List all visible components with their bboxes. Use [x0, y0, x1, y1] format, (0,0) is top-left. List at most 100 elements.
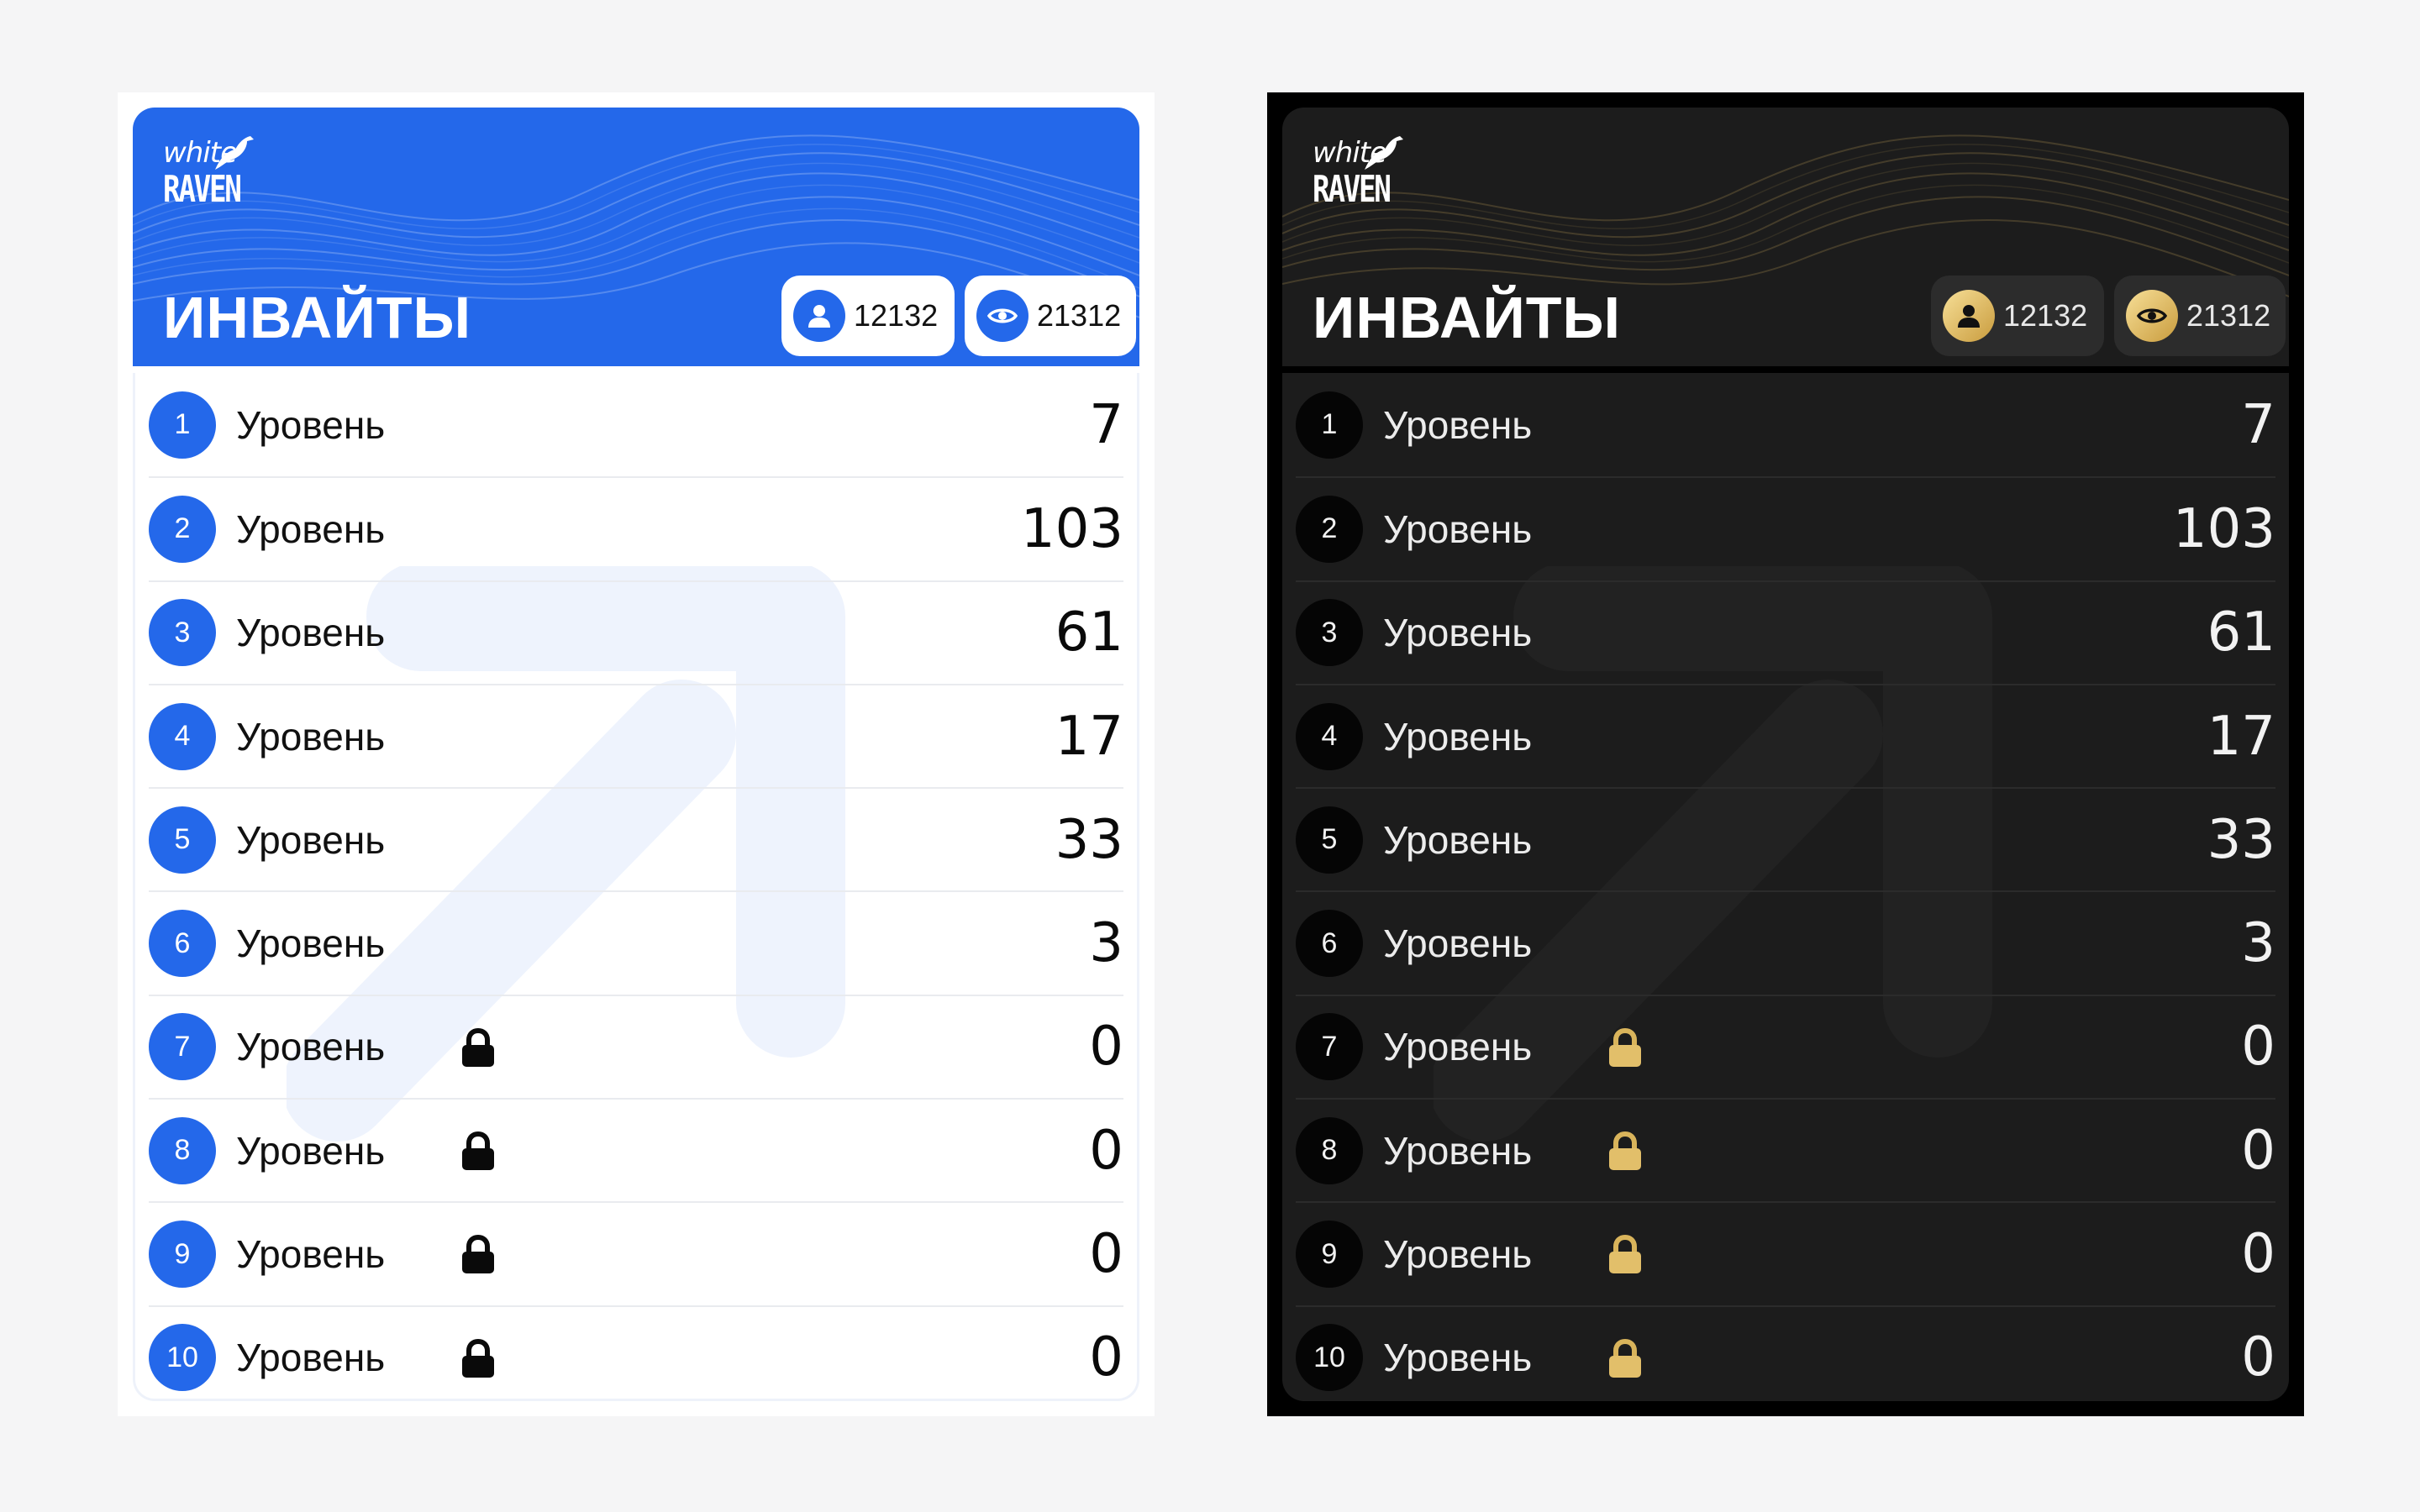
raven-icon	[1365, 136, 1403, 170]
level-invite-count: 103	[1020, 497, 1123, 560]
level-invite-count: 0	[1089, 1016, 1123, 1079]
level-row[interactable]: 6 Уровень 3	[1296, 890, 2275, 994]
level-invite-count: 0	[1089, 1223, 1123, 1286]
user-icon	[1943, 290, 1995, 342]
brand-logo: white RAVEN	[1313, 133, 1405, 217]
invites-card-light: white RAVEN ИНВАЙТЫ 12132 21312 1 Уровен…	[118, 92, 1155, 1416]
level-number-badge: 6	[1296, 910, 1363, 978]
level-invite-count: 0	[2241, 1119, 2275, 1182]
lock-icon	[1609, 1235, 1641, 1274]
level-label: Уровень	[1383, 1232, 1533, 1277]
level-row[interactable]: 4 Уровень 17	[1296, 683, 2275, 787]
level-label: Уровень	[236, 1025, 386, 1069]
level-label: Уровень	[236, 1128, 386, 1173]
card-header: white RAVEN ИНВАЙТЫ 12132 21312	[133, 108, 1139, 366]
user-icon	[793, 290, 845, 342]
lock-icon	[1609, 1131, 1641, 1171]
views-count-chip[interactable]: 21312	[965, 276, 1136, 356]
level-label: Уровень	[1383, 817, 1533, 862]
level-label: Уровень	[236, 402, 386, 447]
level-number-badge: 5	[149, 806, 216, 874]
level-number-badge: 1	[1296, 391, 1363, 459]
level-invite-count: 3	[1089, 912, 1123, 975]
level-invite-count: 0	[2241, 1326, 2275, 1389]
levels-list: 1 Уровень 7 2 Уровень 103 3 Уровень 61 4 Уровень 17…	[133, 373, 1139, 1401]
level-invite-count: 61	[2207, 601, 2275, 664]
brand-logo: white RAVEN	[163, 133, 255, 217]
level-number-badge: 9	[149, 1221, 216, 1289]
lock-icon	[1609, 1027, 1641, 1067]
page-title: ИНВАЙТЫ	[163, 285, 472, 350]
level-number-badge: 3	[1296, 599, 1363, 667]
level-number-badge: 5	[1296, 806, 1363, 874]
level-invite-count: 7	[1089, 393, 1123, 456]
level-row[interactable]: 2 Уровень 103	[149, 476, 1123, 580]
level-invite-count: 0	[2241, 1016, 2275, 1079]
level-invite-count: 0	[2241, 1223, 2275, 1286]
level-row[interactable]: 6 Уровень 3	[149, 890, 1123, 994]
level-label: Уровень	[236, 1232, 386, 1277]
level-invite-count: 33	[1055, 808, 1123, 871]
card-header: white RAVEN ИНВАЙТЫ 12132 21312	[1282, 108, 2289, 366]
level-number-badge: 1	[149, 391, 216, 459]
page-title: ИНВАЙТЫ	[1313, 285, 1622, 350]
level-invite-count: 0	[1089, 1119, 1123, 1182]
level-label: Уровень	[236, 1336, 386, 1380]
users-count-chip[interactable]: 12132	[1931, 276, 2104, 356]
level-row[interactable]: 4 Уровень 17	[149, 683, 1123, 787]
level-label: Уровень	[236, 921, 386, 966]
level-row[interactable]: 2 Уровень 103	[1296, 476, 2275, 580]
logo-text-raven: RAVEN	[1313, 168, 1392, 211]
logo-text-raven: RAVEN	[163, 168, 242, 211]
level-number-badge: 3	[149, 599, 216, 667]
lock-icon	[462, 1131, 494, 1171]
levels-list: 1 Уровень 7 2 Уровень 103 3 Уровень 61 4 Уровень 17…	[1282, 373, 2289, 1401]
level-row[interactable]: 7 Уровень 0	[149, 994, 1123, 1098]
level-row[interactable]: 9 Уровень 0	[1296, 1201, 2275, 1305]
level-number-badge: 10	[1296, 1324, 1363, 1392]
level-row[interactable]: 10 Уровень 0	[149, 1305, 1123, 1399]
level-invite-count: 7	[2241, 393, 2275, 456]
level-number-badge: 10	[149, 1324, 216, 1392]
level-invite-count: 3	[2241, 912, 2275, 975]
level-number-badge: 8	[149, 1116, 216, 1184]
level-number-badge: 2	[1296, 495, 1363, 563]
level-row[interactable]: 3 Уровень 61	[1296, 580, 2275, 684]
level-row[interactable]: 3 Уровень 61	[149, 580, 1123, 684]
raven-icon	[215, 136, 254, 170]
eye-icon	[976, 290, 1028, 342]
level-number-badge: 6	[149, 910, 216, 978]
level-row[interactable]: 5 Уровень 33	[149, 787, 1123, 890]
views-count-chip[interactable]: 21312	[2114, 276, 2286, 356]
level-row[interactable]: 10 Уровень 0	[1296, 1305, 2275, 1401]
level-row[interactable]: 5 Уровень 33	[1296, 787, 2275, 890]
level-label: Уровень	[1383, 1025, 1533, 1069]
level-row[interactable]: 8 Уровень 0	[149, 1098, 1123, 1201]
level-label: Уровень	[1383, 1128, 1533, 1173]
level-label: Уровень	[236, 507, 386, 551]
level-label: Уровень	[1383, 507, 1533, 551]
users-count-chip[interactable]: 12132	[781, 276, 955, 356]
lock-icon	[1609, 1338, 1641, 1378]
views-count: 21312	[1037, 298, 1122, 333]
level-invite-count: 103	[2172, 497, 2275, 560]
lock-icon	[462, 1235, 494, 1274]
level-number-badge: 8	[1296, 1116, 1363, 1184]
level-row[interactable]: 1 Уровень 7	[1296, 373, 2275, 476]
level-label: Уровень	[1383, 921, 1533, 966]
invites-card-dark: white RAVEN ИНВАЙТЫ 12132 21312 1 Уровен…	[1267, 92, 2304, 1416]
level-number-badge: 7	[1296, 1013, 1363, 1081]
level-invite-count: 17	[2207, 705, 2275, 768]
level-row[interactable]: 9 Уровень 0	[149, 1201, 1123, 1305]
level-invite-count: 33	[2207, 808, 2275, 871]
level-invite-count: 61	[1055, 601, 1123, 664]
level-label: Уровень	[236, 611, 386, 655]
level-number-badge: 4	[149, 702, 216, 770]
level-label: Уровень	[236, 817, 386, 862]
eye-icon	[2126, 290, 2178, 342]
level-row[interactable]: 8 Уровень 0	[1296, 1098, 2275, 1201]
level-row[interactable]: 1 Уровень 7	[149, 373, 1123, 476]
level-label: Уровень	[1383, 611, 1533, 655]
level-row[interactable]: 7 Уровень 0	[1296, 994, 2275, 1098]
views-count: 21312	[2186, 298, 2271, 333]
